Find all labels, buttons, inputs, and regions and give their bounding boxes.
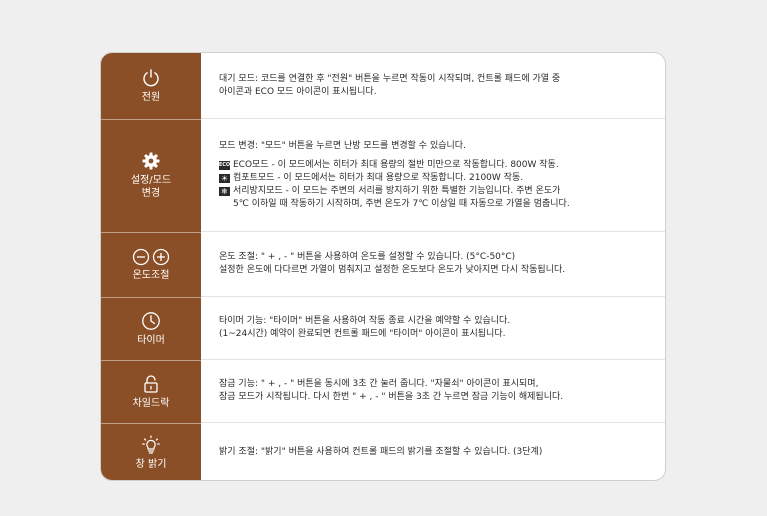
row-child-lock-label: 차일드락 <box>132 397 170 409</box>
mode-eco: ECO ECO모드 - 이 모드에서는 히터가 최대 용량의 절반 미만으로 작… <box>219 159 665 172</box>
row-child-lock: 차일드락 잠금 기능: " + , - " 버튼을 동시에 3초 간 눌러 줍니… <box>101 360 665 424</box>
row-brightness-header: 창 밝기 <box>101 423 201 480</box>
mode-comfort: ☀ 컴포트모드 - 이 모드에서는 히터가 최대 용량으로 작동합니다. 210… <box>219 172 665 185</box>
mode-intro: 모드 변경: "모드" 버튼을 누르면 난방 모드를 변경할 수 있습니다. <box>219 140 466 151</box>
minus-plus-icon <box>132 248 170 266</box>
sun-icon: ☀ <box>219 173 230 183</box>
row-timer-label: 타이머 <box>137 334 165 346</box>
row-mode-label-line1: 설정/모드 <box>130 175 172 186</box>
row-brightness-description: 밝기 조절: "밝기" 버튼을 사용하여 컨트롤 패드의 밝기를 조절할 수 있… <box>201 423 665 480</box>
feature-table: 전원 대기 모드: 코드를 연결한 후 "전원" 버튼을 누르면 작동이 시작되… <box>100 52 666 481</box>
mode-comfort-text: 컴포트모드 - 이 모드에서는 히터가 최대 용량으로 작동합니다. 2100W… <box>233 172 524 183</box>
snowflake-icon: ❄ <box>219 186 230 196</box>
mode-frost-text-continued: 5℃ 이하일 때 작동하기 시작하며, 주변 온도가 7℃ 이상일 때 자동으로… <box>233 198 570 209</box>
eco-badge-icon: ECO <box>218 160 231 170</box>
row-power: 전원 대기 모드: 코드를 연결한 후 "전원" 버튼을 누르면 작동이 시작되… <box>101 53 665 120</box>
row-brightness-label: 창 밝기 <box>135 458 167 470</box>
row-temperature-header: 온도조절 <box>101 232 201 298</box>
row-mode-label-line2: 변경 <box>141 188 161 199</box>
row-timer-description: 타이머 기능: "타이머" 버튼을 사용하여 작동 종료 시간을 예약할 수 있… <box>201 297 665 360</box>
description-line: (1~24시간) 예약이 완료되면 컨트롤 패드에 "타이머" 아이콘이 표시됩… <box>219 329 506 339</box>
mode-frost: ❄ 서리방지모드 - 이 모드는 주변의 서리를 방지하기 위한 특별한 기능입… <box>219 185 665 198</box>
row-mode-description: 모드 변경: "모드" 버튼을 누르면 난방 모드를 변경할 수 있습니다. E… <box>201 119 665 232</box>
row-child-lock-description: 잠금 기능: " + , - " 버튼을 동시에 3초 간 눌러 줍니다. "자… <box>201 360 665 423</box>
row-brightness: 창 밝기 밝기 조절: "밝기" 버튼을 사용하여 컨트롤 패드의 밝기를 조절… <box>101 423 665 480</box>
light-bulb-icon <box>141 434 161 455</box>
row-timer: 타이머 타이머 기능: "타이머" 버튼을 사용하여 작동 종료 시간을 예약할… <box>101 297 665 361</box>
row-temperature-label: 온도조절 <box>132 269 170 281</box>
description-line: 잠금 모드가 시작됩니다. 다시 한번 " + , - " 버튼을 3초 간 누… <box>219 392 564 402</box>
description-line: 밝기 조절: "밝기" 버튼을 사용하여 컨트롤 패드의 밝기를 조절할 수 있… <box>219 447 543 457</box>
row-power-header: 전원 <box>101 53 201 120</box>
description-line: 아이콘과 ECO 모드 아이콘이 표시됩니다. <box>219 86 377 97</box>
row-temperature-description: 온도 조절: " + , - " 버튼을 사용하여 온도를 설정할 수 있습니다… <box>201 232 665 297</box>
row-child-lock-header: 차일드락 <box>101 360 201 424</box>
description-line: 잠금 기능: " + , - " 버튼을 동시에 3초 간 눌러 줍니다. "자… <box>219 379 539 389</box>
mode-eco-text: ECO모드 - 이 모드에서는 히터가 최대 용량의 절반 미만으로 작동합니다… <box>233 159 559 170</box>
row-timer-header: 타이머 <box>101 297 201 361</box>
power-icon <box>141 68 161 88</box>
description-line: 타이머 기능: "타이머" 버튼을 사용하여 작동 종료 시간을 예약할 수 있… <box>219 316 511 326</box>
description-line: 대기 모드: 코드를 연결한 후 "전원" 버튼을 누르면 작동이 시작되며, … <box>219 73 561 84</box>
mode-frost-text: 서리방지모드 - 이 모드는 주변의 서리를 방지하기 위한 특별한 기능입니다… <box>233 185 561 196</box>
clock-icon <box>141 311 161 331</box>
row-temperature: 온도조절 온도 조절: " + , - " 버튼을 사용하여 온도를 설정할 수… <box>101 232 665 298</box>
row-power-label: 전원 <box>141 92 161 103</box>
description-line: 설정한 온도에 다다르면 가열이 멈춰지고 설정한 온도보다 온도가 낮아지면 … <box>219 265 566 275</box>
row-mode: 설정/모드 변경 모드 변경: "모드" 버튼을 누르면 난방 모드를 변경할 … <box>101 119 665 233</box>
gear-icon <box>141 151 161 171</box>
lock-icon <box>142 374 160 394</box>
row-mode-header: 설정/모드 변경 <box>101 119 201 233</box>
description-line: 온도 조절: " + , - " 버튼을 사용하여 온도를 설정할 수 있습니다… <box>219 252 516 262</box>
row-power-description: 대기 모드: 코드를 연결한 후 "전원" 버튼을 누르면 작동이 시작되며, … <box>201 53 665 119</box>
